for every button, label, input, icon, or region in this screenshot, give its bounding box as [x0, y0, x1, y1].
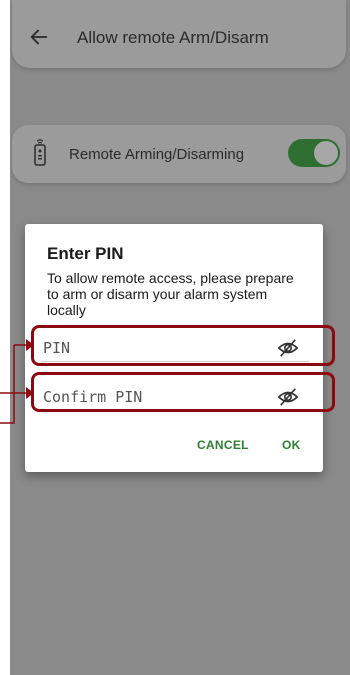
enter-pin-dialog: Enter PIN To allow remote access, please…	[25, 224, 323, 472]
eye-off-icon[interactable]	[277, 338, 299, 358]
cancel-button[interactable]: CANCEL	[197, 438, 249, 452]
arrow-left-icon[interactable]	[28, 26, 50, 48]
dialog-message: To allow remote access, please prepare t…	[47, 270, 294, 318]
app-bar: Allow remote Arm/Disarm	[12, 0, 346, 68]
confirm-pin-field	[27, 379, 321, 415]
pin-underline	[41, 361, 309, 362]
dialog-title: Enter PIN	[47, 244, 124, 263]
remote-control-icon	[34, 139, 46, 166]
setting-label: Remote Arming/Disarming	[69, 146, 245, 163]
page-title: Allow remote Arm/Disarm	[77, 28, 269, 47]
remote-arming-toggle[interactable]	[288, 139, 340, 167]
confirm-pin-underline	[41, 410, 309, 411]
toggle-knob	[314, 141, 338, 165]
remote-arming-setting: Remote Arming/Disarming	[12, 125, 346, 183]
pin-field	[27, 330, 321, 366]
annotation-connector	[0, 339, 34, 424]
ok-button[interactable]: OK	[282, 438, 301, 452]
eye-off-icon[interactable]	[277, 387, 299, 407]
